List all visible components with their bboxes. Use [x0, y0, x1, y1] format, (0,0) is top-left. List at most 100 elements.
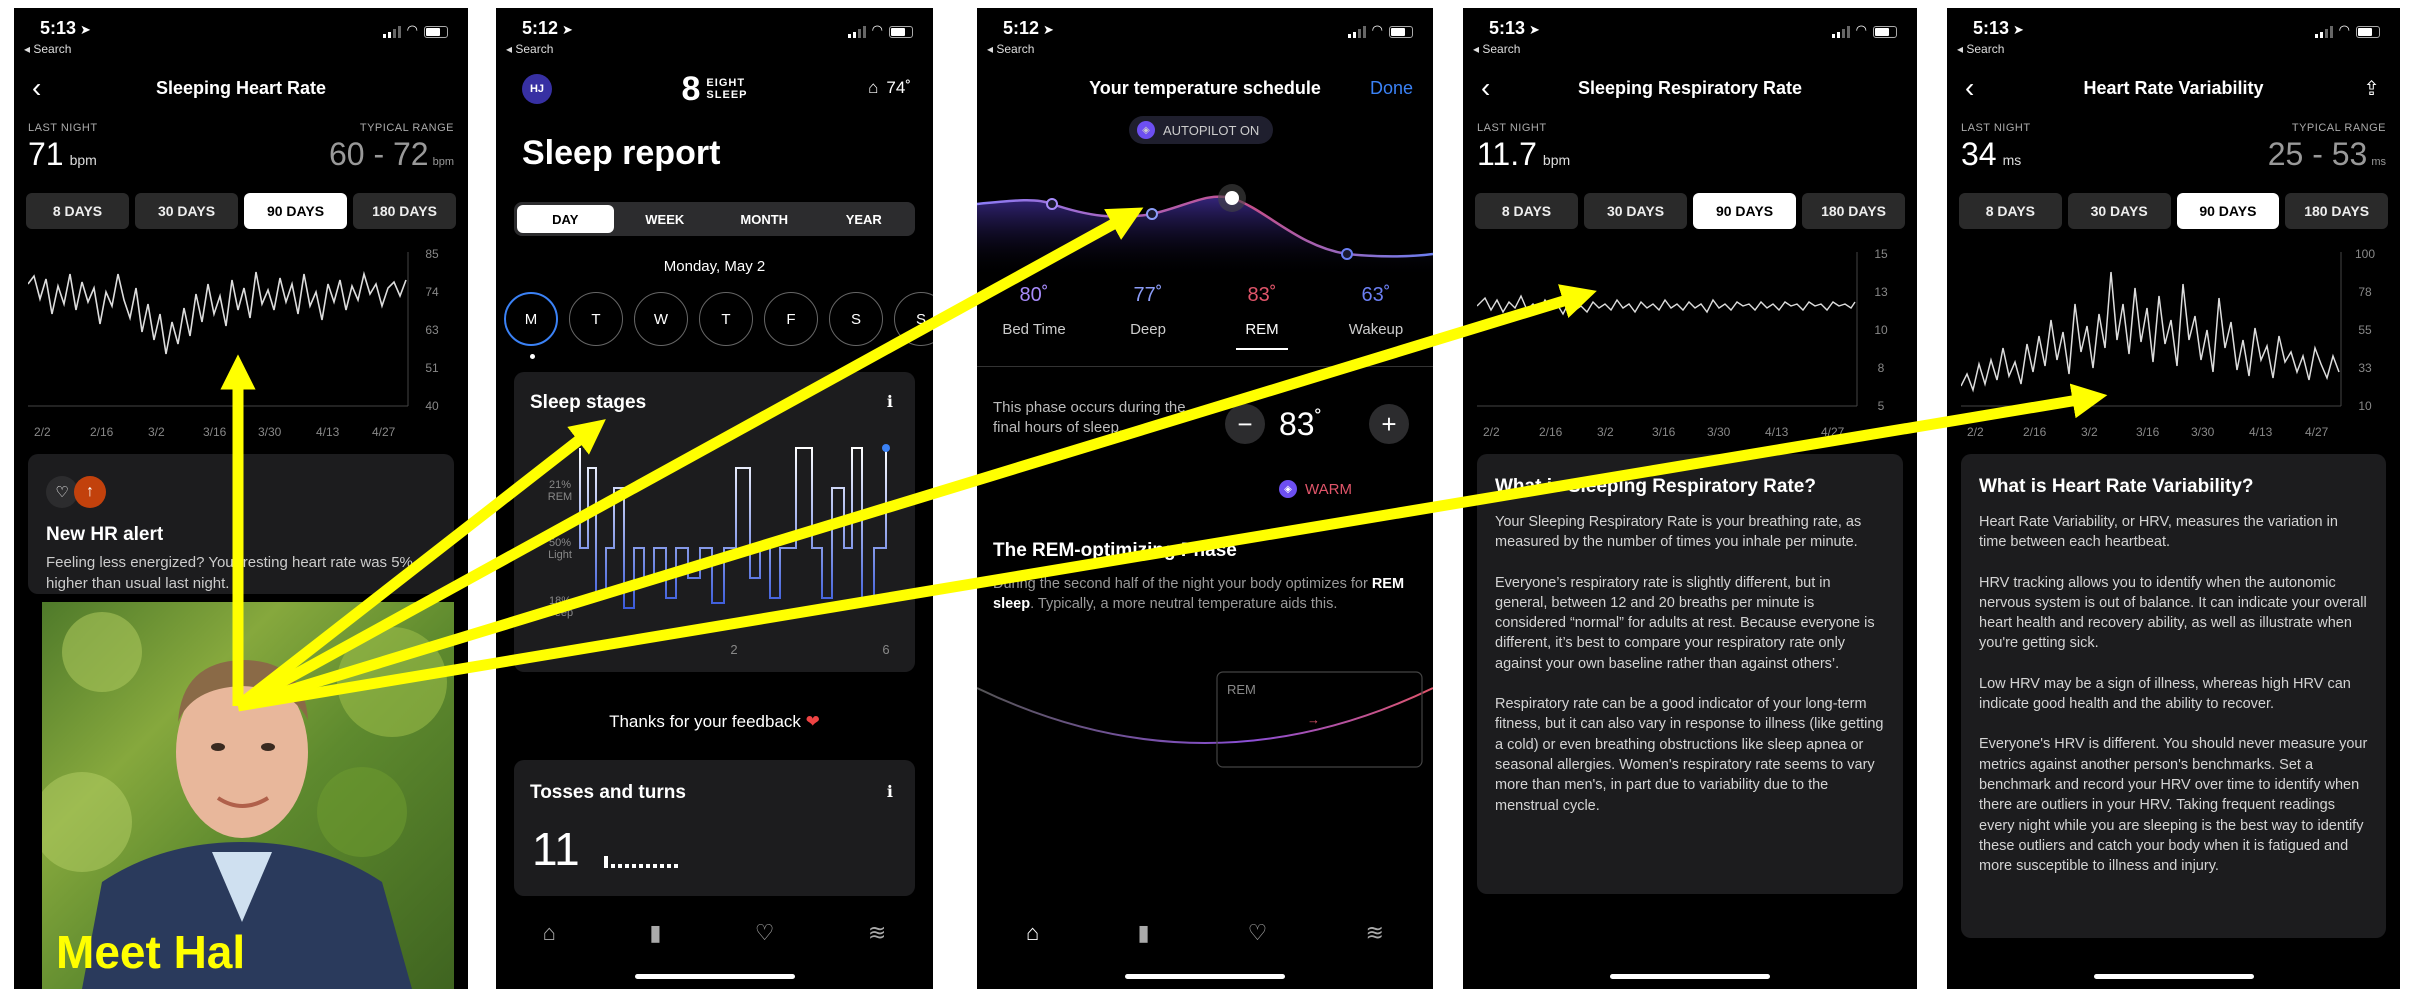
tab-90-days[interactable]: 90 DAYS [244, 193, 347, 229]
tab-8-days[interactable]: 8 DAYS [1475, 193, 1578, 229]
info-icon[interactable]: ℹ [887, 782, 893, 802]
page-title: Sleeping Heart Rate [155, 78, 327, 98]
info-card: What is Sleeping Respiratory Rate? Your … [1477, 454, 1903, 894]
tab-year[interactable]: YEAR [816, 205, 913, 233]
y-tick: 33 [2358, 361, 2372, 375]
last-night-label: LAST NIGHT [1477, 122, 1547, 134]
day-circle[interactable]: M [504, 292, 558, 346]
phase-point[interactable] [1341, 248, 1353, 260]
card-title: Sleep stages [530, 392, 647, 413]
phase-tab-underline [1236, 348, 1288, 350]
back-to-search-link[interactable]: ◂ Search [987, 42, 1034, 56]
heart-rate-chart: 85 74 63 51 40 2/2 2/16 3/2 3/16 3/30 4/… [28, 247, 439, 439]
audio-tab-icon[interactable]: ≋ [868, 920, 886, 946]
day-circle[interactable]: T [699, 292, 753, 346]
back-to-search-link[interactable]: ◂ Search [1957, 42, 2004, 56]
day-circle[interactable]: S [894, 292, 933, 346]
heart-icon: ❤ [805, 712, 820, 731]
period-tabs: DAY WEEK MONTH YEAR [514, 202, 915, 236]
audio-tab-icon[interactable]: ≋ [1365, 920, 1383, 946]
sleep-stages-chart: 21% REM 50% Light 18% Deep 8 2 6 [547, 444, 890, 657]
tab-30-days[interactable]: 30 DAYS [135, 193, 238, 229]
tab-30-days[interactable]: 30 DAYS [1584, 193, 1687, 229]
tosses-card[interactable]: Tosses and turns ℹ 11 [514, 760, 915, 896]
status-time: 5:13 [1489, 18, 1526, 38]
phase-tab-bedtime[interactable]: 80˚ Bed Time [977, 284, 1091, 350]
day-circle[interactable]: T [569, 292, 623, 346]
y-tick: 63 [425, 323, 439, 337]
phase-arc [977, 687, 1433, 744]
typical-range-label: TYPICAL RANGE [359, 122, 454, 134]
rem-description: During the second half of the night your… [993, 576, 1405, 613]
y-tick: 8 [1878, 361, 1885, 375]
done-button[interactable]: Done [1370, 78, 1413, 99]
phase-tab-deep[interactable]: 77˚ Deep [1091, 284, 1205, 350]
day-circle[interactable]: W [634, 292, 688, 346]
phase-point[interactable] [1046, 198, 1058, 210]
respiratory-rate-chart: 15 13 10 8 5 2/2 2/16 3/2 3/16 3/30 4/13… [1477, 247, 1888, 439]
typical-range-value: 60 - 72 bpm [328, 136, 454, 172]
tab-bar: ⌂ ▮ ♡ ≋ [496, 920, 933, 946]
info-paragraph: Everyone's HRV is different. You should … [1979, 736, 2368, 875]
back-to-search-link[interactable]: ◂ Search [24, 42, 71, 56]
tab-180-days[interactable]: 180 DAYS [353, 193, 456, 229]
y-tick: 55 [2358, 323, 2372, 337]
page-title: Your temperature schedule [1089, 78, 1321, 98]
range-tabs: 8 DAYS 30 DAYS 90 DAYS 180 DAYS [1475, 193, 1905, 229]
autopilot-badge[interactable]: ◈ AUTOPILOT ON [1129, 116, 1274, 144]
info-paragraph: Everyone’s respiratory rate is slightly … [1495, 574, 1875, 672]
day-circle[interactable]: S [829, 292, 883, 346]
back-to-search-link[interactable]: ◂ Search [506, 42, 553, 56]
y-tick: 10 [2358, 399, 2372, 413]
x-tick: 3/16 [2136, 425, 2160, 439]
tab-90-days[interactable]: 90 DAYS [1693, 193, 1796, 229]
location-icon: ➤ [562, 22, 573, 37]
last-night-value: 71 bpm [28, 136, 97, 172]
range-tabs: 8 DAYS 30 DAYS 90 DAYS 180 DAYS [1959, 193, 2388, 229]
stage-pct: 21% [549, 479, 571, 491]
health-tab-icon[interactable]: ♡ [755, 920, 775, 946]
battery-icon [1873, 26, 1897, 38]
stats-tab-icon[interactable]: ▮ [1137, 920, 1149, 946]
tab-day[interactable]: DAY [517, 205, 614, 233]
hrv-screen: 5:13 ➤ ◂ Search ◠ ‹ Heart Rate Variabilit… [1947, 8, 2400, 989]
tab-90-days[interactable]: 90 DAYS [2176, 193, 2280, 229]
y-tick: 10 [1874, 323, 1888, 337]
increase-temp-button[interactable]: + [1369, 404, 1409, 444]
info-icon[interactable]: ℹ [887, 392, 893, 412]
signal-icon [847, 26, 866, 38]
tab-30-days[interactable]: 30 DAYS [2067, 193, 2171, 229]
home-tab-icon[interactable]: ⌂ [543, 920, 556, 946]
tab-month[interactable]: MONTH [716, 205, 813, 233]
hr-alert-card[interactable]: ♡ ↑ New HR alert Feeling less energized?… [28, 454, 454, 594]
alert-title: New HR alert [46, 524, 164, 545]
x-tick: 3/30 [2191, 425, 2215, 439]
share-icon[interactable]: ⇪ [2363, 76, 2380, 101]
battery-icon [889, 26, 913, 38]
report-date: Monday, May 2 [663, 258, 766, 275]
respiratory-rate-line [1477, 294, 1856, 316]
day-circle[interactable]: F [764, 292, 818, 346]
phase-tab-wakeup[interactable]: 63˚ Wakeup [1319, 284, 1433, 350]
tab-week[interactable]: WEEK [617, 205, 714, 233]
tab-bar: ⌂ ▮ ♡ ≋ [977, 920, 1433, 946]
sleep-stage-path [579, 447, 887, 609]
page-title: Heart Rate Variability [2083, 78, 2264, 98]
health-tab-icon[interactable]: ♡ [1248, 920, 1268, 946]
home-temperature[interactable]: ⌂ 74˚ [868, 78, 911, 98]
last-night-value: 11.7 bpm [1477, 136, 1571, 172]
status-bar: 5:13 ➤ ◂ Search ◠ [1947, 8, 2400, 58]
phase-point-selected[interactable] [1225, 191, 1239, 205]
tab-8-days[interactable]: 8 DAYS [26, 193, 129, 229]
x-tick: 3/30 [1707, 425, 1731, 439]
status-time: 5:13 [40, 18, 77, 38]
home-tab-icon[interactable]: ⌂ [1026, 920, 1039, 946]
back-to-search-link[interactable]: ◂ Search [1473, 42, 1520, 56]
decrease-temp-button[interactable]: − [1225, 404, 1265, 444]
phase-tab-rem[interactable]: 83˚ REM [1205, 284, 1319, 350]
phase-point[interactable] [1146, 208, 1158, 220]
tab-8-days[interactable]: 8 DAYS [1959, 193, 2062, 229]
tab-180-days[interactable]: 180 DAYS [2285, 193, 2388, 229]
stats-tab-icon[interactable]: ▮ [649, 920, 661, 946]
tab-180-days[interactable]: 180 DAYS [1802, 193, 1905, 229]
